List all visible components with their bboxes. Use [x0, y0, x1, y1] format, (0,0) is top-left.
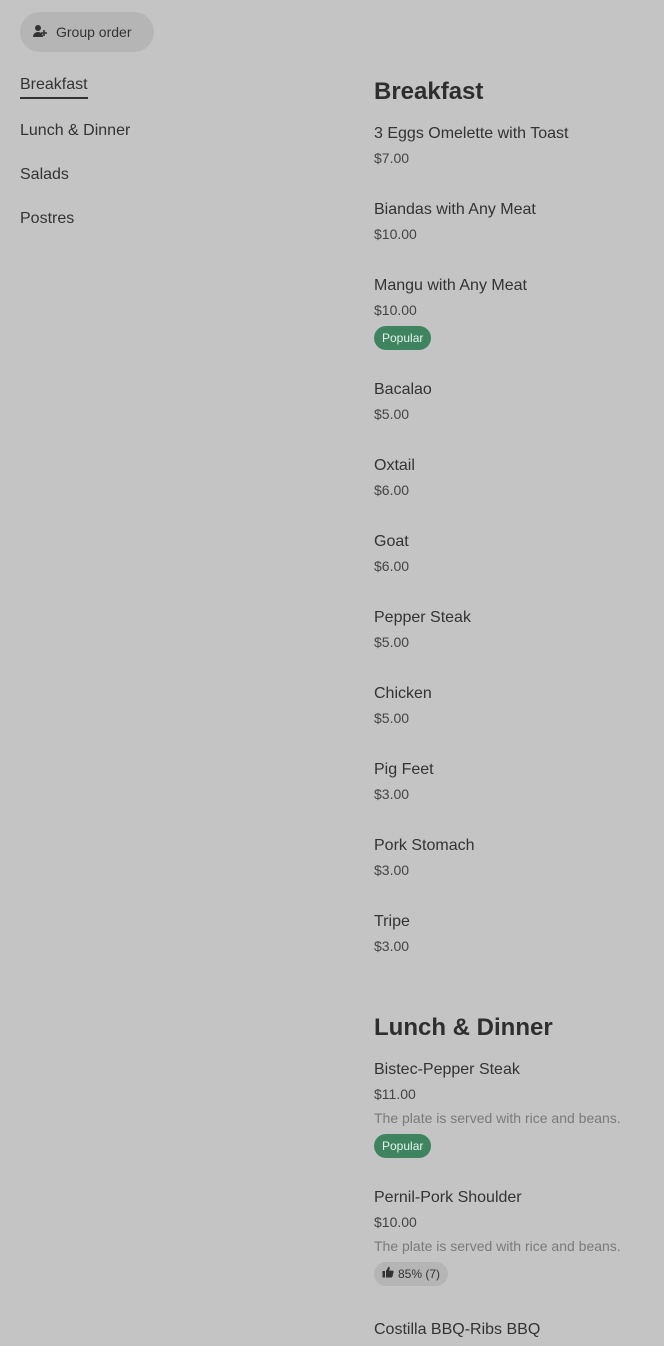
item-price: $6.00: [374, 558, 410, 574]
person-add-icon: [32, 23, 48, 42]
thumbs-up-icon: [382, 1262, 394, 1286]
menu-item[interactable]: Goat $6.00: [374, 532, 654, 574]
section-title-lunch-dinner: Lunch & Dinner: [374, 1014, 553, 1041]
menu-item[interactable]: Tripe $3.00: [374, 912, 654, 954]
category-nav: Breakfast Lunch & Dinner Salads Postres: [20, 74, 130, 252]
item-name: Tripe: [374, 913, 410, 930]
item-name: Chicken: [374, 685, 432, 702]
rating-text: 85% (7): [398, 1267, 441, 1281]
item-price: $10.00: [374, 1214, 417, 1230]
item-price: $3.00: [374, 938, 410, 954]
menu-item[interactable]: Bistec-Pepper Steak $11.00 The plate is …: [374, 1060, 654, 1158]
item-name: Bistec-Pepper Steak: [374, 1061, 520, 1078]
item-name: Pernil-Pork Shoulder: [374, 1189, 522, 1206]
category-postres[interactable]: Postres: [20, 208, 130, 230]
item-description: The plate is served with rice and beans.: [374, 1110, 621, 1126]
item-name: Pork Stomach: [374, 837, 475, 854]
menu-item[interactable]: Mangu with Any Meat $10.00 Popular: [374, 276, 654, 350]
group-order-label: Group order: [56, 24, 132, 40]
item-description: The plate is served with rice and beans.: [374, 1238, 621, 1254]
item-price: $10.00: [374, 226, 417, 242]
item-name: Pig Feet: [374, 761, 434, 778]
item-price: $5.00: [374, 710, 410, 726]
category-breakfast[interactable]: Breakfast: [20, 74, 88, 99]
item-name: Costilla BBQ-Ribs BBQ: [374, 1321, 541, 1338]
menu-item[interactable]: Pepper Steak $5.00: [374, 608, 654, 650]
item-price: $3.00: [374, 862, 410, 878]
menu-item[interactable]: Pig Feet $3.00: [374, 760, 654, 802]
item-price: $3.00: [374, 786, 410, 802]
item-price: $5.00: [374, 406, 410, 422]
item-name: Oxtail: [374, 457, 415, 474]
item-price: $6.00: [374, 482, 410, 498]
rating-badge: 85% (7): [374, 1262, 449, 1286]
menu-item[interactable]: 3 Eggs Omelette with Toast $7.00: [374, 124, 654, 166]
item-name: Bacalao: [374, 381, 432, 398]
menu-item[interactable]: Chicken $5.00: [374, 684, 654, 726]
item-name: Goat: [374, 533, 409, 550]
popular-badge: Popular: [374, 326, 432, 350]
category-lunch-dinner[interactable]: Lunch & Dinner: [20, 120, 130, 142]
item-name: Pepper Steak: [374, 609, 471, 626]
item-name: 3 Eggs Omelette with Toast: [374, 125, 569, 142]
item-price: $11.00: [374, 1086, 416, 1102]
popular-badge: Popular: [374, 1134, 432, 1158]
menu-item[interactable]: Bacalao $5.00: [374, 380, 654, 422]
group-order-button[interactable]: Group order: [20, 12, 154, 52]
menu-item[interactable]: Oxtail $6.00: [374, 456, 654, 498]
category-salads[interactable]: Salads: [20, 164, 130, 186]
item-name: Biandas with Any Meat: [374, 201, 536, 218]
section-title-breakfast: Breakfast: [374, 78, 484, 105]
item-price: $10.00: [374, 302, 417, 318]
menu-item[interactable]: Costilla BBQ-Ribs BBQ: [374, 1320, 654, 1340]
menu-item[interactable]: Biandas with Any Meat $10.00: [374, 200, 654, 242]
item-name: Mangu with Any Meat: [374, 277, 527, 294]
menu-item[interactable]: Pernil-Pork Shoulder $10.00 The plate is…: [374, 1188, 654, 1286]
menu-item[interactable]: Pork Stomach $3.00: [374, 836, 654, 878]
item-price: $5.00: [374, 634, 410, 650]
item-price: $7.00: [374, 150, 410, 166]
